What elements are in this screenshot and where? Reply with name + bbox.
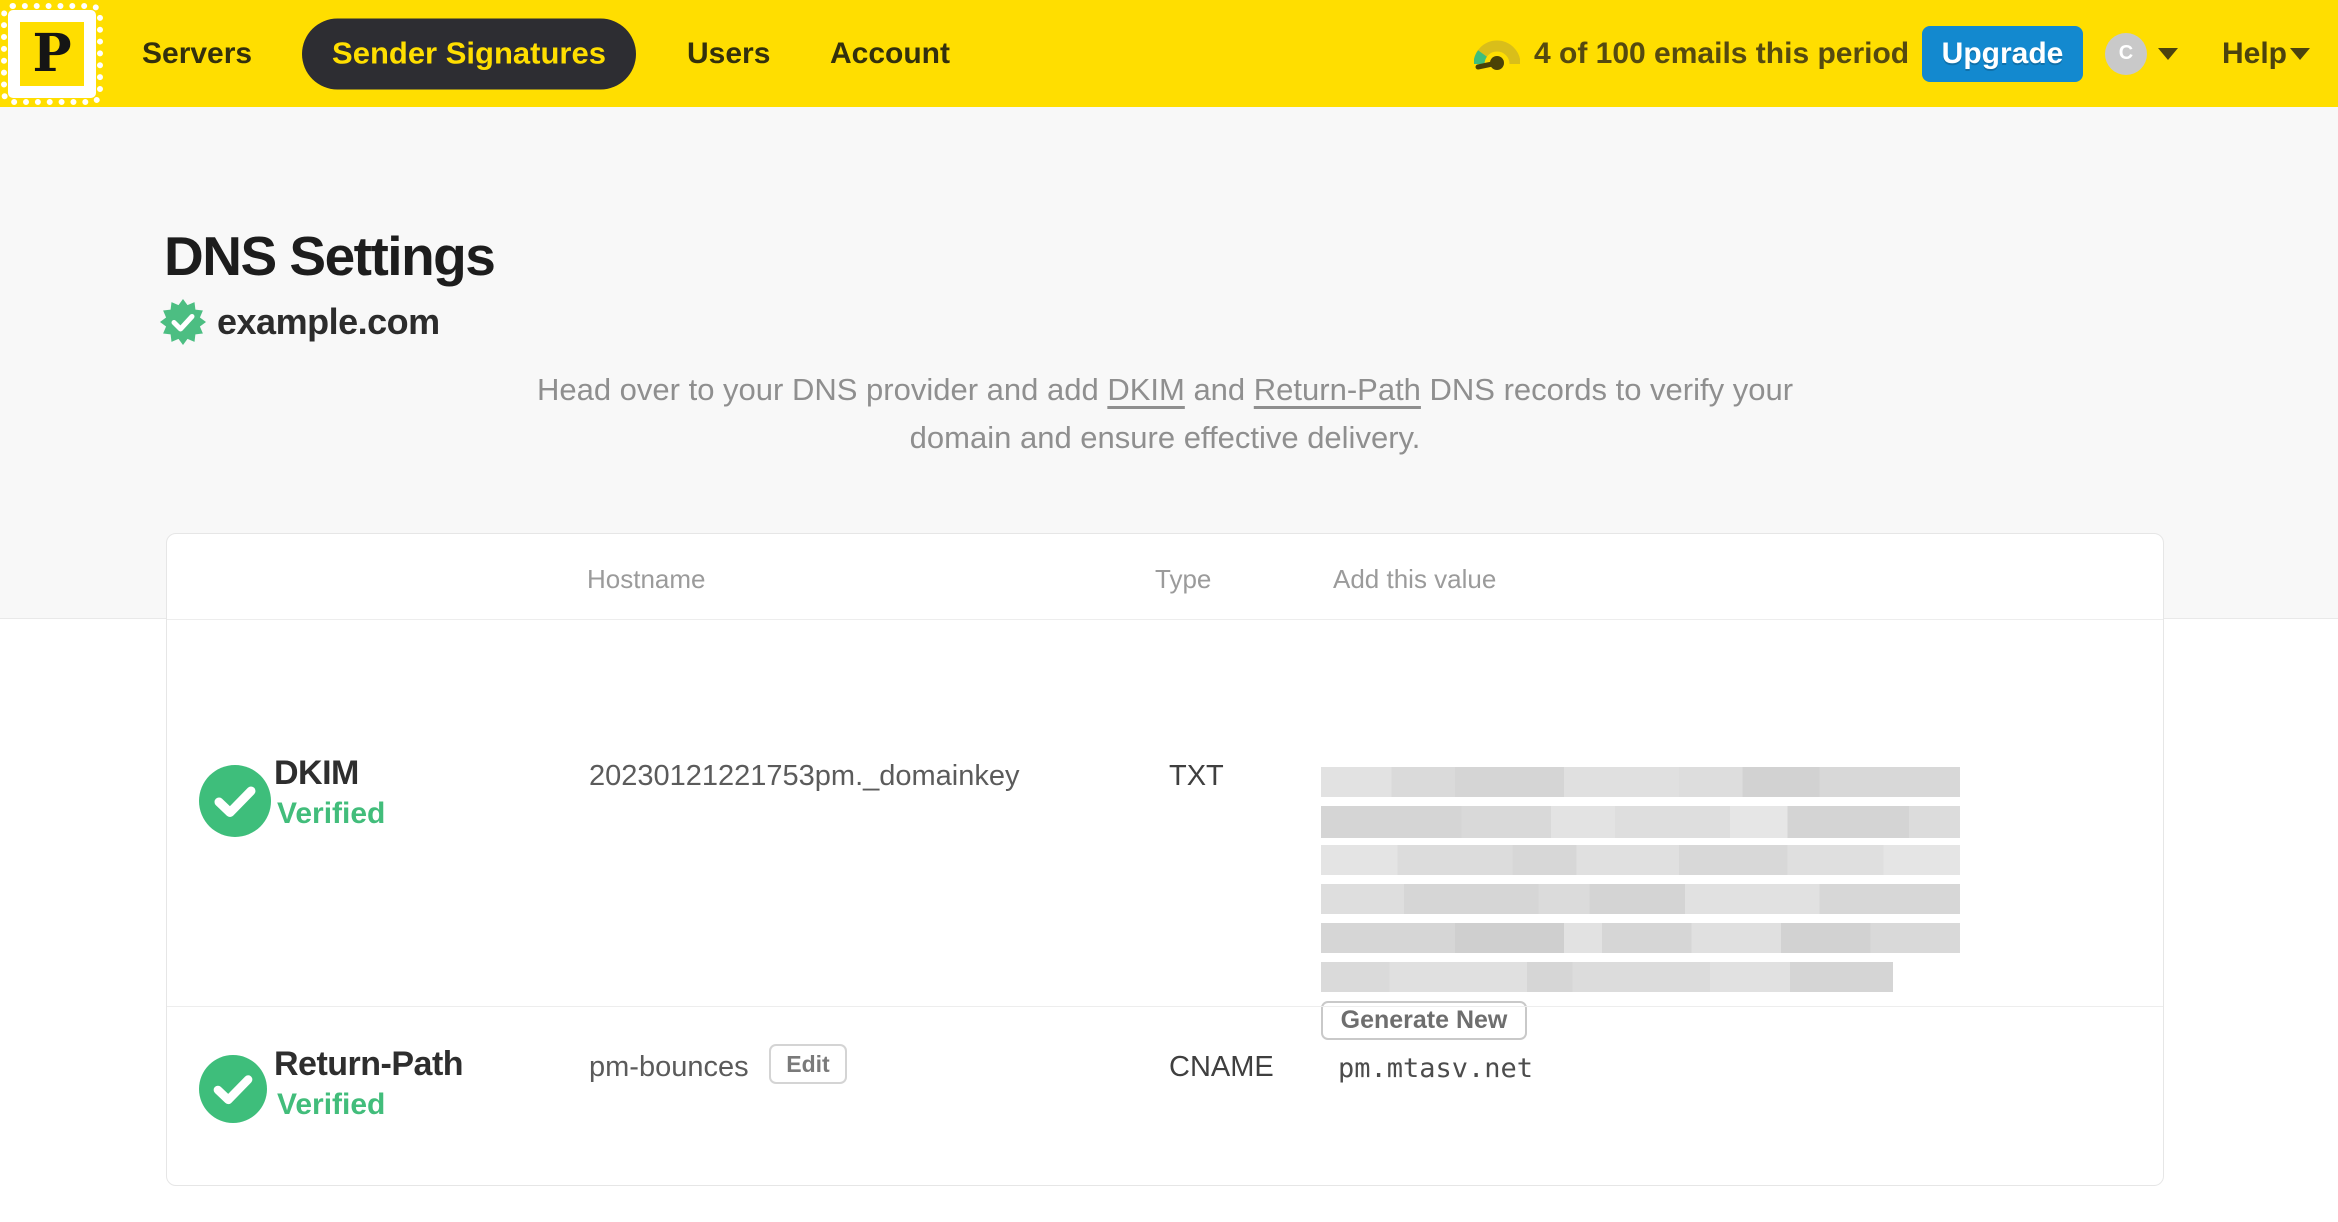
column-header-hostname: Hostname xyxy=(587,564,706,594)
help-caret-down-icon[interactable] xyxy=(2290,47,2310,60)
dkim-link[interactable]: DKIM xyxy=(1107,372,1185,407)
redacted-value-bar xyxy=(1321,845,1960,875)
record-name: DKIM xyxy=(274,754,359,792)
domain-name: example.com xyxy=(217,301,440,342)
postmark-logo[interactable]: P xyxy=(1,2,103,105)
top-nav-bar: P Servers Sender Signatures Users Accoun… xyxy=(0,0,2338,107)
page-title: DNS Settings xyxy=(164,225,496,287)
column-header-add-this-value: Add this value xyxy=(1333,564,1497,594)
domain-row: example.com xyxy=(160,299,440,345)
redacted-value-bar xyxy=(1321,767,1960,797)
redacted-value-bar xyxy=(1321,962,1893,992)
edit-button[interactable]: Edit xyxy=(769,1044,847,1084)
redacted-value-bar xyxy=(1321,884,1960,914)
nav-item-users[interactable]: Users xyxy=(687,37,770,71)
avatar-caret-down-icon[interactable] xyxy=(2158,47,2178,60)
redacted-dns-value xyxy=(1321,767,1960,1001)
description-text: Head over to your DNS provider and add xyxy=(536,372,1108,407)
record-hostname: pm-bounces xyxy=(589,1051,749,1083)
record-type: CNAME xyxy=(1169,1051,1274,1083)
check-circle-icon xyxy=(199,1055,267,1123)
upgrade-button[interactable]: Upgrade xyxy=(1922,25,2083,82)
nav-item-servers[interactable]: Servers xyxy=(142,37,252,71)
usage-counter: 4 of 100 emails this period xyxy=(1534,36,1910,70)
record-status-badge: Verified xyxy=(277,797,386,830)
table-header-row: Hostname Type Add this value xyxy=(167,534,2163,620)
check-circle-icon xyxy=(199,765,271,837)
description-text: and xyxy=(1184,372,1254,407)
redacted-value-bar xyxy=(1321,923,1960,953)
dns-settings-page: P Servers Sender Signatures Users Accoun… xyxy=(0,0,2338,1222)
return-path-link[interactable]: Return-Path xyxy=(1254,372,1421,407)
nav-item-sender-signatures[interactable]: Sender Signatures xyxy=(302,18,636,89)
postage-stamp-icon: P xyxy=(20,21,84,86)
record-type: TXT xyxy=(1169,760,1224,792)
column-header-type: Type xyxy=(1155,564,1212,594)
usage-gauge-icon xyxy=(1474,40,1520,70)
logo-letter: P xyxy=(32,22,72,84)
page-description: Head over to your DNS provider and add D… xyxy=(166,366,2164,462)
help-menu[interactable]: Help xyxy=(2222,37,2287,71)
record-name: Return-Path xyxy=(274,1045,464,1083)
nav-item-label: Sender Signatures xyxy=(332,35,606,71)
user-avatar[interactable]: C xyxy=(2105,32,2147,75)
dns-records-card: Hostname Type Add this value DKIM Verifi… xyxy=(166,533,2164,1186)
redacted-value-bar xyxy=(1321,806,1960,838)
nav-item-account[interactable]: Account xyxy=(830,37,950,71)
table-row-return-path: Return-Path Verified pm-bounces Edit CNA… xyxy=(167,1006,2163,1186)
record-value: pm.mtasv.net xyxy=(1338,1053,1534,1084)
verified-seal-icon xyxy=(160,299,206,345)
record-status-badge: Verified xyxy=(277,1088,386,1121)
table-row-dkim: DKIM Verified 20230121221753pm._domainke… xyxy=(167,620,2163,1040)
record-hostname: 20230121221753pm._domainkey xyxy=(589,760,1020,792)
